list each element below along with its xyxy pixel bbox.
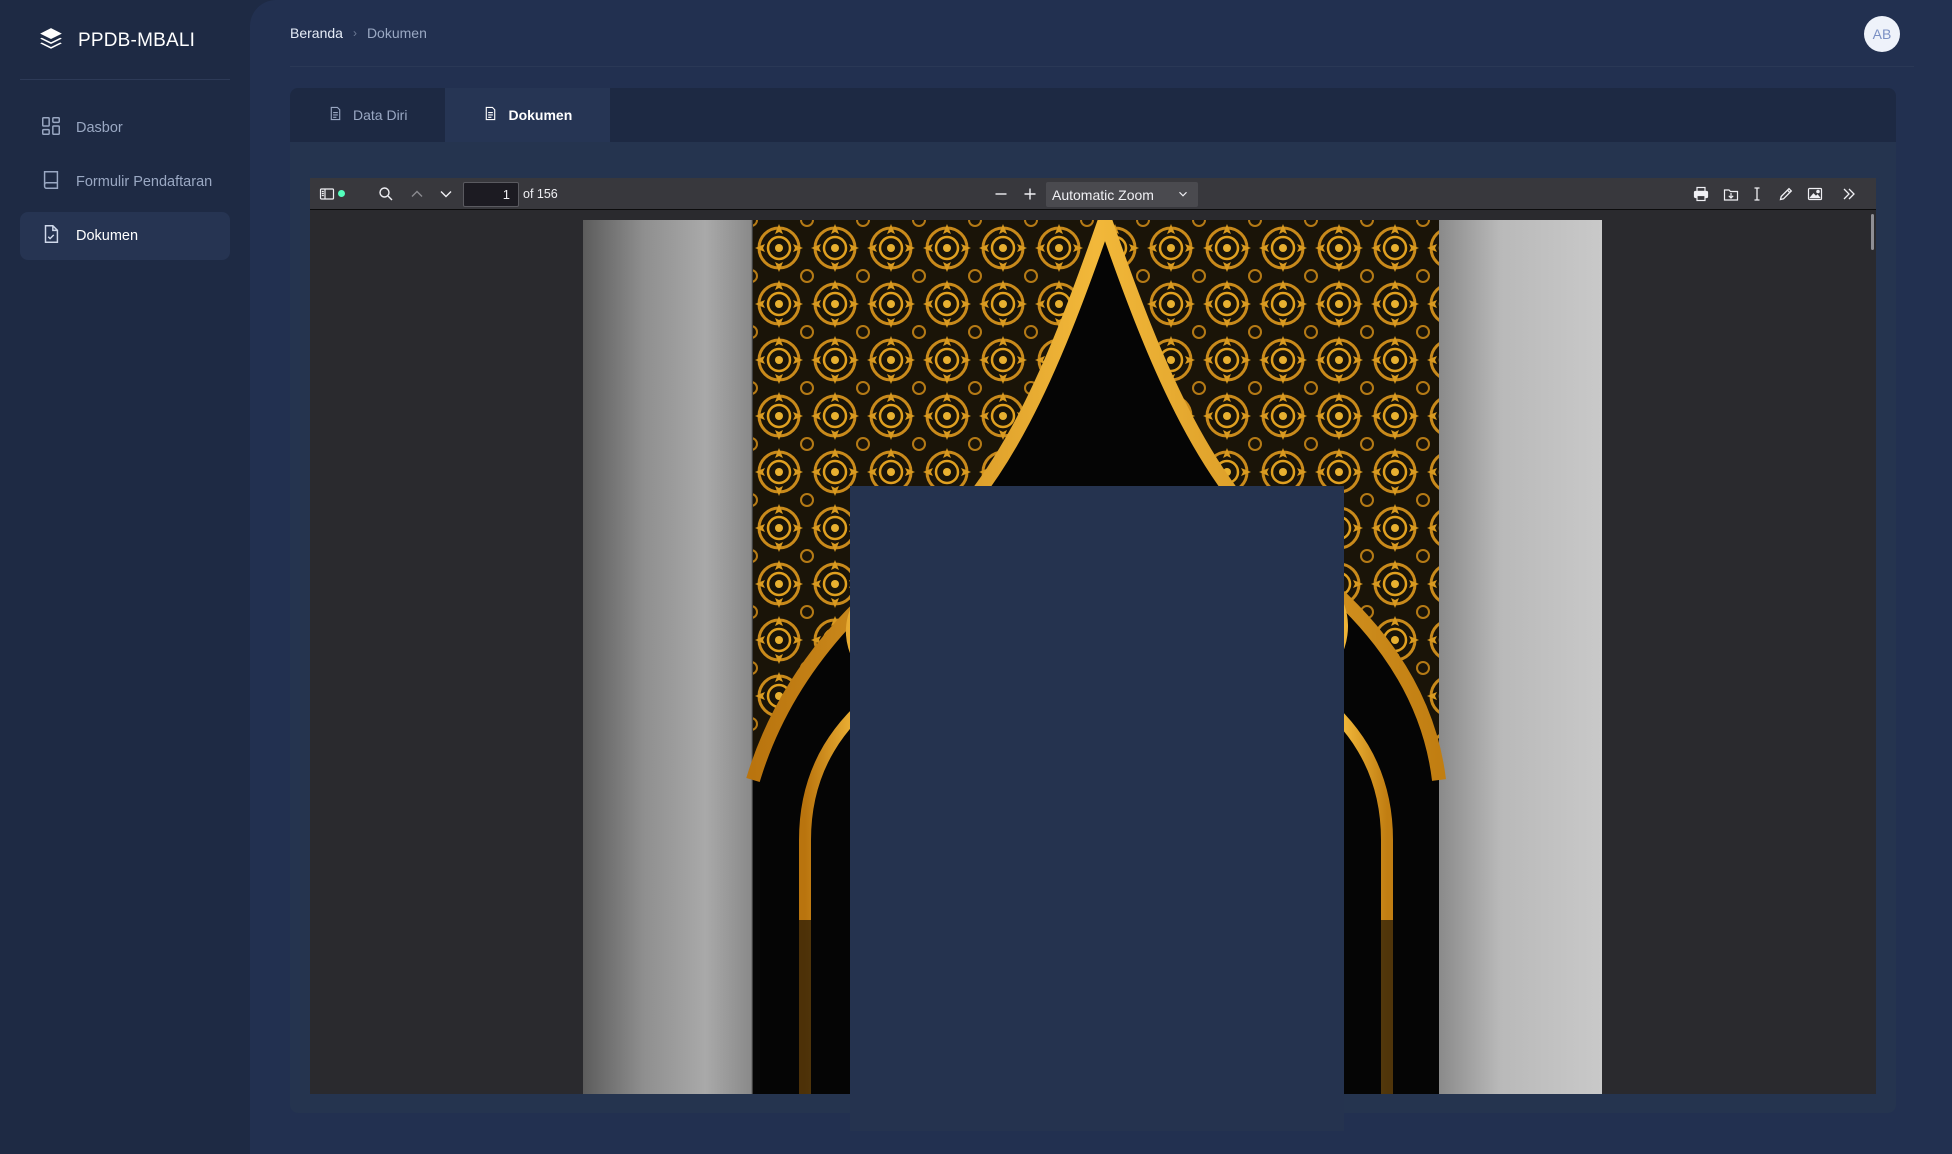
sidebar-item-dasbor[interactable]: Dasbor: [20, 104, 230, 152]
print-icon[interactable]: [1692, 185, 1710, 203]
viewer-scrollbar[interactable]: [1871, 214, 1874, 250]
brand[interactable]: PPDB-MBALI: [38, 26, 196, 57]
sidebar-item-label: Formulir Pendaftaran: [76, 174, 213, 190]
sidebar-nav: Dasbor Formulir Pendaftaran Dokumen: [20, 104, 230, 266]
sidebar: PPDB-MBALI Dasbor Formulir Pendaftaran D…: [0, 0, 250, 1154]
sidebar-item-label: Dokumen: [76, 228, 139, 244]
page-count: of 156: [523, 187, 558, 201]
sidebar-item-dokumen[interactable]: Dokumen: [20, 212, 230, 260]
dashboard-icon: [40, 115, 62, 141]
breadcrumb: Beranda › Dokumen: [290, 25, 427, 41]
zoom-select-value: Automatic Zoom: [1052, 186, 1154, 203]
sidebar-item-label: Dasbor: [76, 120, 123, 136]
avatar[interactable]: AB: [1864, 16, 1900, 52]
brand-name: PPDB-MBALI: [78, 30, 196, 51]
tab-bar: Data Diri Dokumen: [290, 88, 1896, 142]
status-dot: [338, 190, 345, 197]
breadcrumb-separator-icon: ›: [352, 26, 357, 40]
chevron-down-icon: [1176, 187, 1190, 201]
sidebar-item-formulir-pendaftaran[interactable]: Formulir Pendaftaran: [20, 158, 230, 206]
add-image-icon[interactable]: [1806, 185, 1824, 203]
sidebar-divider: [20, 79, 230, 80]
previous-page-icon[interactable]: [408, 185, 426, 203]
layers-logo-icon: [38, 26, 64, 57]
tab-data-diri[interactable]: Data Diri: [290, 88, 445, 142]
sidebar-toggle-icon[interactable]: [318, 185, 345, 203]
book-icon: [40, 169, 62, 195]
draw-pen-icon[interactable]: [1777, 185, 1795, 203]
tab-dokumen[interactable]: Dokumen: [445, 88, 611, 142]
content-overlay: [850, 486, 1344, 1131]
file-icon: [328, 106, 343, 124]
text-cursor-icon[interactable]: [1748, 185, 1766, 203]
pdf-toolbar: of 156 Automatic Zoom: [310, 178, 1876, 210]
next-page-icon[interactable]: [437, 185, 455, 203]
page-number-input[interactable]: [463, 182, 519, 207]
document-check-icon: [40, 223, 62, 249]
zoom-out-icon[interactable]: [992, 185, 1010, 203]
search-icon[interactable]: [377, 185, 395, 203]
breadcrumb-home-link[interactable]: Beranda: [290, 25, 343, 41]
header-divider: [290, 66, 1914, 67]
zoom-in-icon[interactable]: [1021, 185, 1039, 203]
tools-chevron-icon[interactable]: [1840, 185, 1858, 203]
zoom-select[interactable]: Automatic Zoom: [1046, 182, 1198, 207]
save-download-icon[interactable]: [1722, 185, 1740, 203]
tab-label: Data Diri: [353, 107, 408, 123]
breadcrumb-current: Dokumen: [366, 25, 427, 41]
file-icon: [483, 106, 498, 124]
tab-label: Dokumen: [508, 107, 573, 123]
